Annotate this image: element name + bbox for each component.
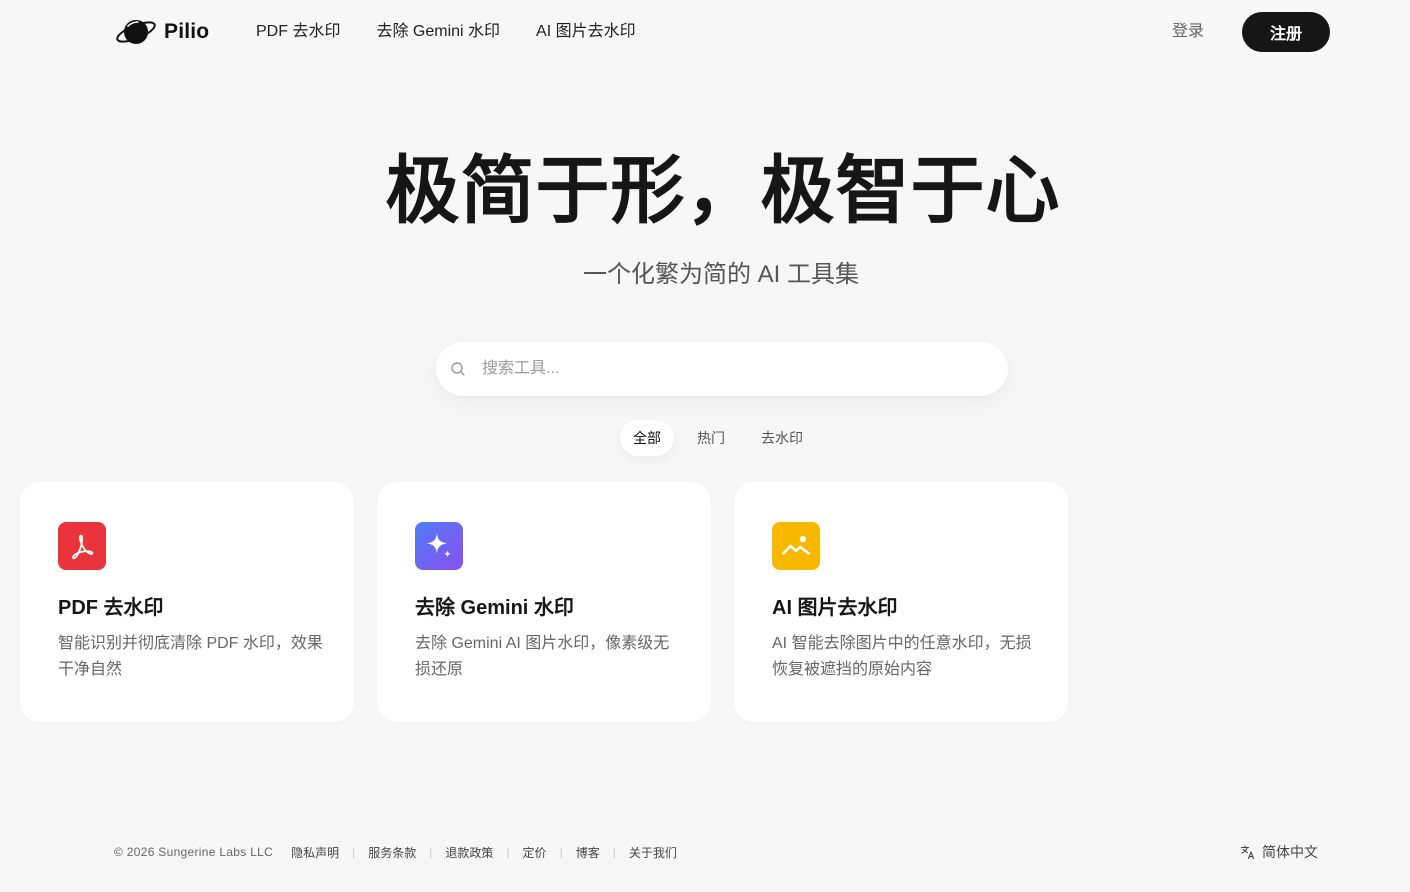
footer-divider: | [612,845,616,859]
footer-link-pricing[interactable]: 定价 [523,844,547,861]
card-description: 去除 Gemini AI 图片水印，像素级无损还原 [415,635,670,678]
sparkle-icon [415,522,463,570]
footer-divider: | [506,845,510,859]
site-header: Pilio PDF 去水印 去除 Gemini 水印 AI 图片去水印 登录 注… [0,0,1410,64]
footer-link-privacy[interactable]: 隐私声明 [291,844,339,861]
login-link[interactable]: 登录 [1172,20,1204,44]
search-icon [451,362,465,376]
translate-icon [1240,845,1255,860]
category-tabs: 全部 热门 去水印 [620,420,816,456]
planet-logo-icon [116,20,156,44]
footer-link-blog[interactable]: 博客 [576,844,600,861]
footer-divider: | [352,845,356,859]
card-description: 智能识别并彻底清除 PDF 水印，效果干净自然 [58,635,323,678]
nav-gemini-watermark[interactable]: 去除 Gemini 水印 [376,20,500,44]
footer-link-terms[interactable]: 服务条款 [368,844,416,861]
search-input[interactable] [482,356,982,382]
signup-button[interactable]: 注册 [1242,12,1330,52]
site-footer: © 2026 Sungerine Labs LLC 隐私声明 | 服务条款 | … [114,842,677,862]
page: Pilio PDF 去水印 去除 Gemini 水印 AI 图片去水印 登录 注… [0,0,1410,892]
footer-divider: | [429,845,433,859]
card-title: AI 图片去水印 [772,597,898,619]
language-switcher[interactable]: 简体中文 [1240,842,1318,862]
card-title: 去除 Gemini 水印 [415,597,574,619]
footer-link-refund[interactable]: 退款政策 [445,844,493,861]
tab-all[interactable]: 全部 [620,420,674,456]
footer-link-about[interactable]: 关于我们 [629,844,677,861]
hero-title: 极简于形，极智于心 [385,149,1061,232]
image-icon [772,522,820,570]
brand-name: Pilio [164,20,210,43]
tool-card-gemini-watermark[interactable]: 去除 Gemini 水印 去除 Gemini AI 图片水印，像素级无损还原 [377,482,711,722]
copyright: © 2026 Sungerine Labs LLC [114,845,274,859]
nav-ai-image-watermark[interactable]: AI 图片去水印 [536,20,636,44]
language-label: 简体中文 [1262,844,1318,860]
tab-watermark[interactable]: 去水印 [748,420,816,456]
main-nav: PDF 去水印 去除 Gemini 水印 AI 图片去水印 [256,20,636,44]
brand-logo[interactable]: Pilio [114,14,209,50]
hero-subtitle: 一个化繁为简的 AI 工具集 [582,261,859,288]
search-box [436,342,1008,396]
footer-divider: | [559,845,563,859]
tool-card-ai-image-watermark[interactable]: AI 图片去水印 AI 智能去除图片中的任意水印，无损恢复被遮挡的原始内容 [734,482,1068,722]
card-description: AI 智能去除图片中的任意水印，无损恢复被遮挡的原始内容 [772,635,1032,678]
card-title: PDF 去水印 [58,597,164,619]
pdf-acrobat-icon [58,522,106,570]
nav-pdf-watermark[interactable]: PDF 去水印 [256,20,340,44]
tab-popular[interactable]: 热门 [684,420,738,456]
tool-card-pdf-watermark[interactable]: PDF 去水印 智能识别并彻底清除 PDF 水印，效果干净自然 [20,482,354,722]
